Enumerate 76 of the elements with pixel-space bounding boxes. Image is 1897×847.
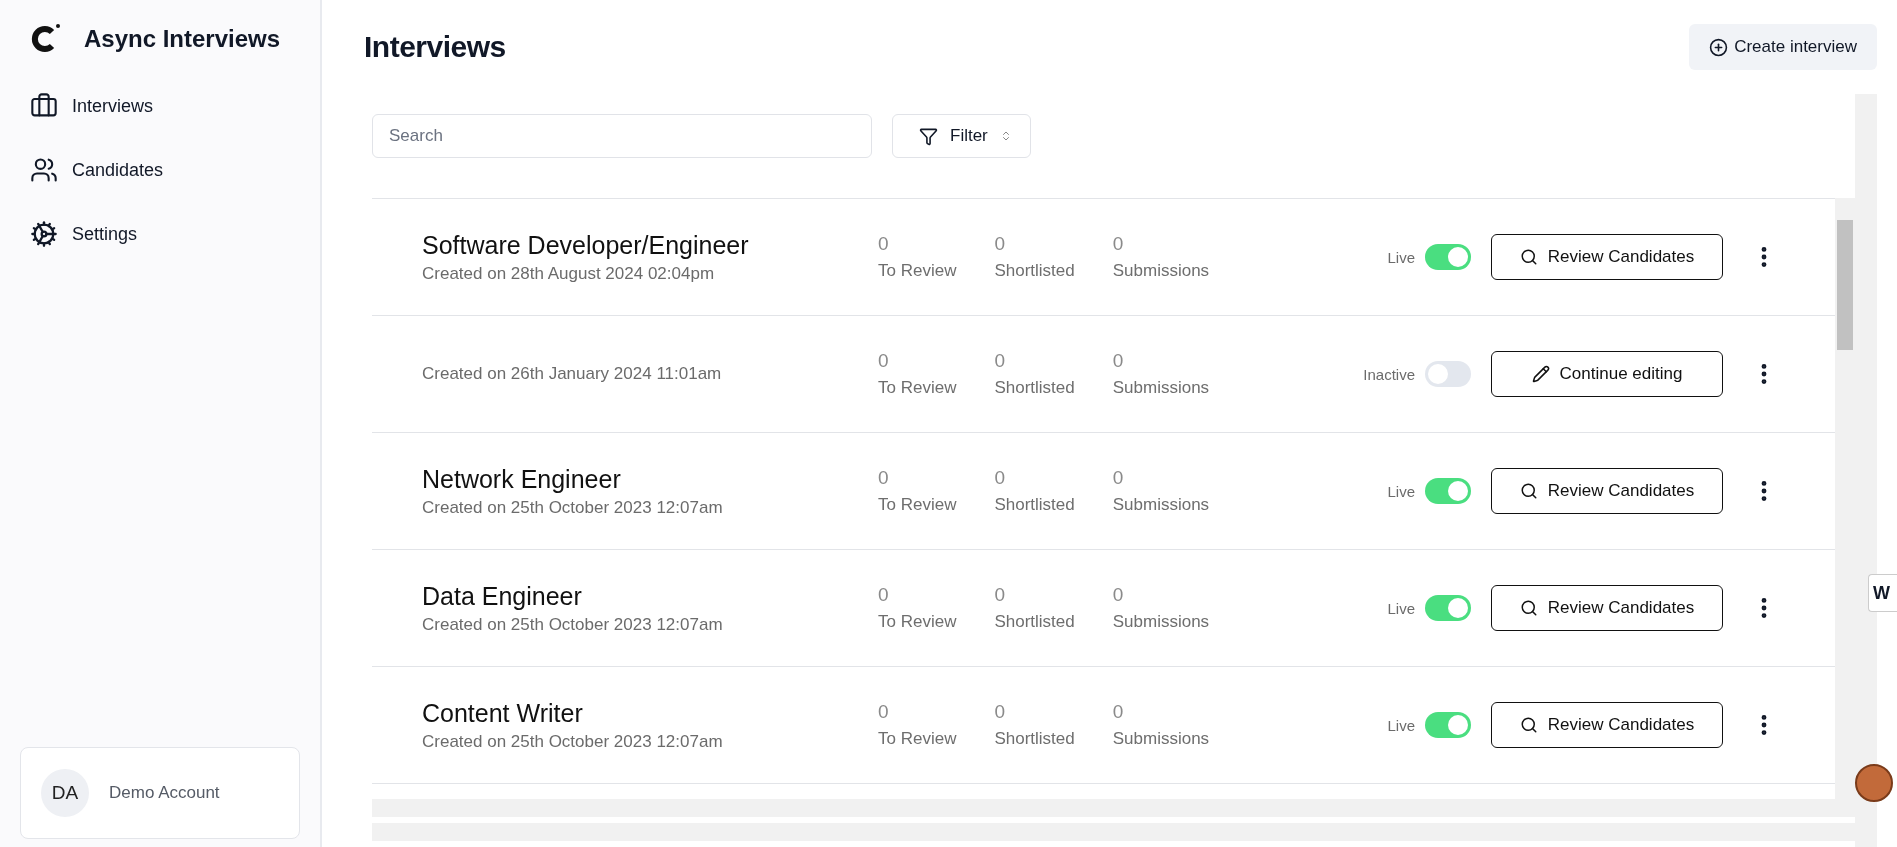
row-action-button[interactable]: Continue editing: [1491, 351, 1723, 397]
avatar: DA: [41, 769, 89, 817]
nav-item[interactable]: Interviews: [20, 74, 300, 138]
stat-label: Submissions: [1112, 612, 1210, 632]
create-interview-button[interactable]: Create interview: [1689, 24, 1877, 70]
search-icon: [1519, 599, 1538, 617]
account-name: Demo Account: [109, 783, 220, 803]
settings-icon: [30, 220, 58, 248]
search-icon: [1519, 716, 1538, 734]
created-date: Created on 25th October 2023 12:07am: [422, 731, 724, 752]
stat-value: 0: [994, 350, 1006, 372]
status-toggle[interactable]: [1425, 361, 1471, 387]
stat-value: 0: [994, 233, 1006, 255]
stat-label: Shortlisted: [994, 261, 1075, 281]
status-toggle[interactable]: [1425, 244, 1471, 270]
filter-button[interactable]: Filter: [892, 114, 1031, 158]
stat-label: To Review: [878, 729, 957, 749]
created-date: Created on 25th October 2023 12:07am: [422, 497, 724, 518]
brand-name: Async Interviews: [84, 25, 281, 53]
interview-title: Network Engineer: [422, 464, 622, 494]
stat-label: To Review: [878, 495, 957, 515]
stat-value: 0: [878, 701, 890, 723]
stat-label: Shortlisted: [994, 612, 1075, 632]
status-toggle[interactable]: [1425, 595, 1471, 621]
side-tab[interactable]: W: [1868, 574, 1897, 612]
interview-title: Data Engineer: [422, 581, 583, 611]
stat-value: 0: [878, 233, 890, 255]
stat-value: 0: [1112, 467, 1125, 489]
stat-value: 0: [1112, 233, 1125, 255]
row-action-button[interactable]: Review Candidates: [1491, 234, 1723, 280]
stat-value: 0: [1112, 584, 1125, 606]
status-toggle[interactable]: [1425, 478, 1471, 504]
pencil-icon: [1531, 365, 1550, 383]
stat-label: Shortlisted: [994, 378, 1075, 398]
stat-value: 0: [878, 584, 890, 606]
page-title: Interviews: [364, 30, 506, 64]
stat-label: Shortlisted: [994, 729, 1075, 749]
filter-icon: [919, 126, 938, 146]
stat-label: To Review: [878, 612, 957, 632]
created-date: Created on 28th August 2024 02:04pm: [422, 263, 716, 284]
stat-label: Submissions: [1112, 378, 1210, 398]
stat-label: Submissions: [1112, 495, 1210, 515]
status-label: Live: [1387, 248, 1415, 266]
stat-value: 0: [994, 701, 1006, 723]
row-action-button[interactable]: Review Candidates: [1491, 468, 1723, 514]
interview-title: Content Writer: [422, 698, 584, 728]
status-label: Live: [1387, 482, 1415, 500]
created-date: Created on 26th January 2024 11:01am: [422, 364, 723, 384]
row-action-button[interactable]: Review Candidates: [1491, 702, 1723, 748]
search-field[interactable]: Search: [372, 114, 872, 158]
stat-label: Submissions: [1112, 729, 1210, 749]
stat-value: 0: [994, 467, 1006, 489]
stat-label: Shortlisted: [994, 495, 1075, 515]
status-label: Live: [1387, 716, 1415, 734]
status-label: Inactive: [1363, 365, 1415, 383]
nav-item[interactable]: Candidates: [20, 138, 300, 202]
search-icon: [1519, 482, 1538, 500]
stat-label: To Review: [878, 378, 957, 398]
plus-icon: [1709, 37, 1729, 57]
stat-label: Submissions: [1112, 261, 1210, 281]
stat-label: To Review: [878, 261, 957, 281]
search-icon: [1519, 248, 1538, 266]
stat-value: 0: [1112, 701, 1125, 723]
status-label: Live: [1387, 599, 1415, 617]
row-action-button[interactable]: Review Candidates: [1491, 585, 1723, 631]
users-icon: [30, 156, 58, 184]
account-card[interactable]: DA Demo Account: [20, 747, 300, 839]
stat-value: 0: [878, 350, 890, 372]
stat-value: 0: [878, 467, 890, 489]
interview-title: Software Developer/Engineer: [422, 230, 750, 260]
floating-avatar[interactable]: [1855, 764, 1893, 802]
nav-item[interactable]: Settings: [20, 202, 300, 266]
stat-value: 0: [994, 584, 1006, 606]
status-toggle[interactable]: [1425, 712, 1471, 738]
stat-value: 0: [1112, 350, 1125, 372]
created-date: Created on 25th October 2023 12:07am: [422, 614, 724, 635]
